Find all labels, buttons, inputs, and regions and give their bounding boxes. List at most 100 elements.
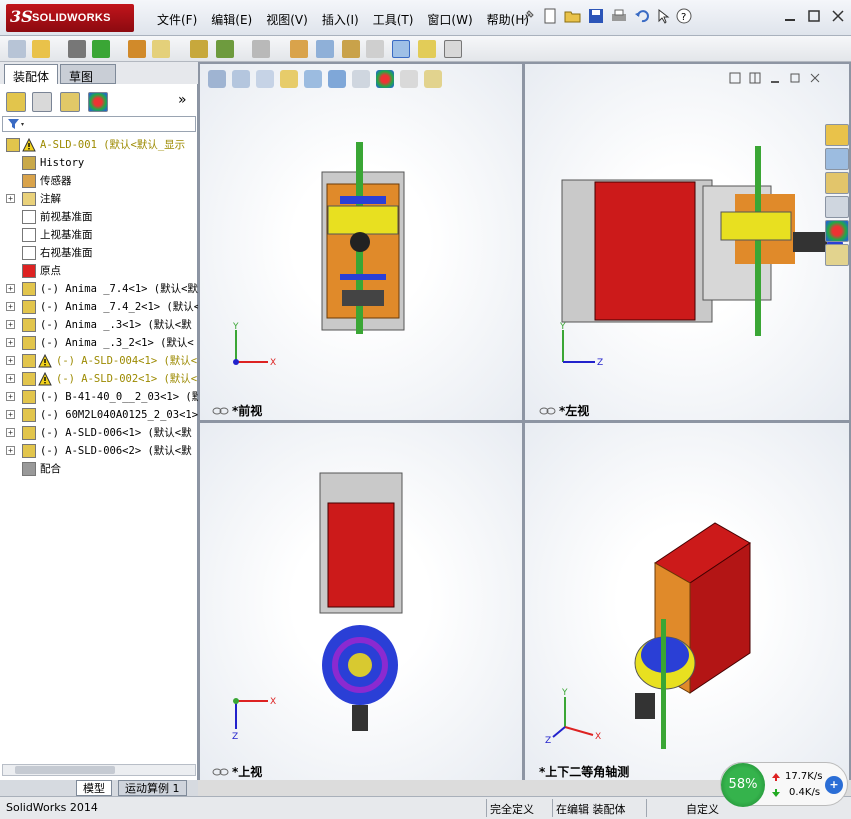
expand-toggle-icon[interactable]: + [6,284,15,293]
save-icon[interactable] [588,8,604,24]
expand-toggle-icon[interactable]: + [6,392,15,401]
expand-toggle-icon[interactable]: + [6,374,15,383]
exploded-view-icon[interactable] [316,40,334,58]
tree-filter[interactable] [2,116,196,132]
tree-item[interactable]: + (-) A-SLD-004<1> (默认< [0,352,198,370]
viewport-minimize-icon[interactable] [769,72,781,84]
tree-item[interactable]: + (-) 60M2L040A0125_2_03<1> [0,406,198,424]
status-custom[interactable]: 自定义 [686,801,719,817]
reference-geometry-icon[interactable] [216,40,234,58]
link-views-icon[interactable] [729,72,741,84]
edit-appearance-icon[interactable] [376,70,394,88]
new-motion-study-icon[interactable] [252,40,270,58]
minimize-icon[interactable] [783,9,797,23]
bill-of-materials-icon[interactable] [290,40,308,58]
tree-item[interactable]: + (-) B-41-40_0__2_03<1> (默 [0,388,198,406]
horizontal-scrollbar[interactable] [2,764,196,776]
property-manager-icon[interactable] [32,92,52,112]
tree-item[interactable]: 右视基准面 [0,244,198,262]
viewport-top[interactable]: Z X *上视 [200,423,522,780]
network-speed-widget[interactable]: 58% 17.7K/s 0.4K/s + [720,762,848,807]
clearance-verification-icon[interactable] [392,40,410,58]
custom-properties-icon[interactable] [825,244,849,266]
explode-line-sketch-icon[interactable] [342,40,360,58]
tree-item[interactable]: 原点 [0,262,198,280]
viewport-isometric[interactable]: Y X Z *上下二等角轴测 [525,423,849,780]
view-settings-icon[interactable] [424,70,442,88]
move-component-icon[interactable] [128,40,146,58]
tree-item[interactable]: 上视基准面 [0,226,198,244]
expand-toggle-icon[interactable]: + [6,410,15,419]
hole-alignment-icon[interactable] [418,40,436,58]
previous-view-icon[interactable] [256,70,274,88]
viewport-front[interactable]: Y X *前视 [200,64,522,420]
undo-icon[interactable] [634,8,650,24]
file-explorer-icon[interactable] [825,172,849,194]
expand-toggle-icon[interactable]: + [6,356,15,365]
hide-show-items-icon[interactable] [352,70,370,88]
expand-toggle-icon[interactable]: + [6,446,15,455]
widget-add-button[interactable]: + [825,776,843,794]
show-hidden-icon[interactable] [152,40,170,58]
expand-toggle-icon[interactable]: + [6,428,15,437]
section-view-icon[interactable] [280,70,298,88]
tree-item[interactable]: + (-) Anima _.3_2<1> (默认< [0,334,198,352]
menu-file[interactable]: 文件(F) [150,11,204,28]
tree-item[interactable]: + 注解 [0,190,198,208]
zoom-to-fit-icon[interactable] [208,70,226,88]
tree-item[interactable]: A-SLD-001 (默认<默认_显示 [0,136,198,154]
help-icon[interactable]: ? [676,8,692,24]
menu-view[interactable]: 视图(V) [259,11,315,28]
insert-component-icon[interactable] [8,40,26,58]
tree-item[interactable]: + (-) A-SLD-006<2> (默认<默 [0,442,198,460]
scrollbar-thumb[interactable] [15,766,115,774]
panel-expand-icon[interactable]: » [178,92,187,108]
expand-toggle-icon[interactable]: + [6,194,15,203]
expand-toggle-icon[interactable]: + [6,302,15,311]
display-manager-icon[interactable] [88,92,108,112]
filter-icon[interactable] [7,117,27,131]
feature-manager-icon[interactable] [6,92,26,112]
open-folder-icon[interactable] [564,8,582,24]
tree-item[interactable]: + (-) Anima _7.4_2<1> (默认< [0,298,198,316]
menu-window[interactable]: 窗口(W) [420,11,479,28]
tree-item[interactable]: 配合 [0,460,198,478]
tab-assembly[interactable]: 装配体 [4,64,59,84]
design-library-icon[interactable] [825,148,849,170]
tree-item[interactable]: + (-) A-SLD-006<1> (默认<默 [0,424,198,442]
linear-pattern-icon[interactable] [68,40,86,58]
expand-toggle-icon[interactable]: + [6,320,15,329]
tree-item[interactable]: + (-) A-SLD-002<1> (默认< [0,370,198,388]
display-style-icon[interactable] [328,70,346,88]
tree-item[interactable]: 前视基准面 [0,208,198,226]
configuration-manager-icon[interactable] [60,92,80,112]
pin-icon[interactable] [520,8,536,24]
close-icon[interactable] [831,9,845,23]
menu-edit[interactable]: 编辑(E) [204,11,259,28]
view-palette-icon[interactable] [825,196,849,218]
zoom-to-area-icon[interactable] [232,70,250,88]
solidworks-logo[interactable]: 3S SOLIDWORKS [6,4,134,32]
assembly-features-icon[interactable] [190,40,208,58]
viewport-left[interactable]: Y Z *左视 [525,64,849,420]
view-orientation-icon[interactable] [304,70,322,88]
expand-toggle-icon[interactable]: + [6,338,15,347]
instant3d-icon[interactable] [444,40,462,58]
viewport-restore-icon[interactable] [789,72,801,84]
smart-fasteners-icon[interactable] [92,40,110,58]
restore-icon[interactable] [807,9,821,23]
interference-detection-icon[interactable] [366,40,384,58]
viewport-close-icon[interactable] [809,72,821,84]
tab-motion-study[interactable]: 运动算例 1 [118,780,187,796]
appearances-icon[interactable] [825,220,849,242]
mate-icon[interactable] [32,40,50,58]
menu-tools[interactable]: 工具(T) [366,11,421,28]
solidworks-resources-icon[interactable] [825,124,849,146]
tab-model[interactable]: 模型 [76,780,112,796]
menu-insert[interactable]: 插入(I) [315,11,366,28]
select-icon[interactable] [656,8,670,24]
split-view-icon[interactable] [749,72,761,84]
tree-item[interactable]: 传感器 [0,172,198,190]
tree-item[interactable]: + (-) Anima _7.4<1> (默认<默 [0,280,198,298]
apply-scene-icon[interactable] [400,70,418,88]
